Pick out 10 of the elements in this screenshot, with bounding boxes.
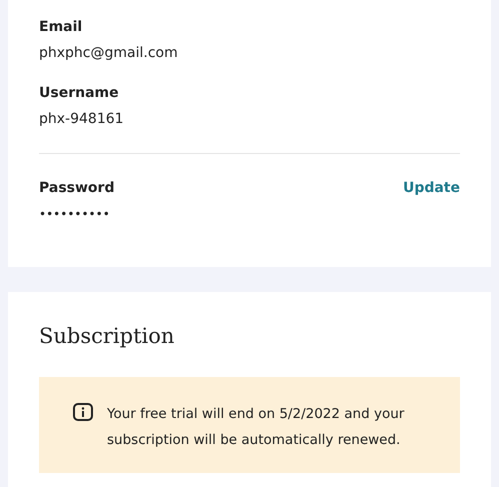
field-value: phxphc@gmail.com: [39, 44, 179, 63]
field-value: phx-948161: [39, 110, 125, 129]
field-label: Username: [39, 84, 120, 103]
section-title: Subscription: [39, 323, 176, 350]
field-label: Password: [39, 179, 114, 198]
notice-text: Your free trial will end on 5/2/2022 and your subscription will be automatically renewed.: [107, 405, 406, 450]
password-value: ••••••••••: [39, 206, 111, 223]
info-icon: [73, 403, 93, 421]
field-label: Email: [39, 18, 84, 37]
update-link[interactable]: Update: [402, 178, 460, 198]
